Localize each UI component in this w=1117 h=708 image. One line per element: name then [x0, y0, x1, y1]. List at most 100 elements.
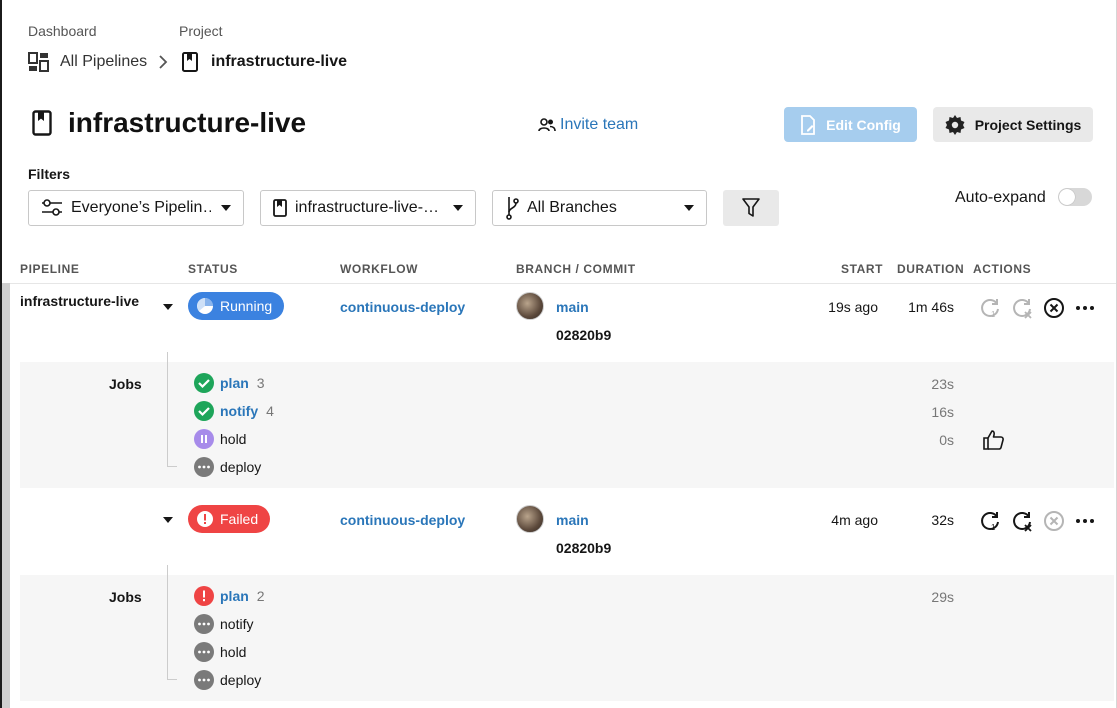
filters-label: Filters: [28, 166, 71, 182]
tree-line: [167, 565, 168, 679]
col-header-actions: ACTIONS: [973, 262, 1032, 276]
duration: 32s: [931, 512, 954, 528]
job-name: hold: [220, 431, 247, 447]
header-divider: [4, 283, 1116, 284]
status-label: Running: [220, 298, 273, 314]
bookmark-icon: [32, 110, 52, 136]
project-filter-value: infrastructure-live-…: [295, 199, 440, 216]
job-item[interactable]: deploy: [194, 670, 261, 690]
caret-down-icon: [453, 205, 463, 211]
job-item[interactable]: notify: [194, 614, 253, 634]
col-header-start: START: [841, 262, 884, 276]
rerun-icon[interactable]: 1: [978, 296, 1002, 320]
cancel-icon[interactable]: [1042, 296, 1066, 320]
avatar: [516, 505, 544, 533]
branch-link[interactable]: main: [556, 512, 589, 528]
col-header-status: STATUS: [188, 262, 238, 276]
bookmark-icon: [273, 199, 287, 217]
tree-line: [167, 466, 177, 467]
job-number: 3: [256, 375, 265, 391]
workflow-link[interactable]: continuous-deploy: [340, 299, 465, 315]
expand-caret-icon[interactable]: [163, 517, 173, 523]
failed-icon: [194, 586, 214, 606]
gear-icon: [945, 114, 965, 135]
sliders-icon: [42, 199, 62, 216]
job-number: 4: [266, 403, 274, 419]
blocked-icon: [194, 614, 214, 634]
people-icon: [538, 118, 556, 132]
project-filter-select[interactable]: infrastructure-live-…: [260, 190, 476, 226]
job-duration: 29s: [931, 589, 954, 605]
job-number: 2: [256, 588, 265, 604]
branch-link[interactable]: main: [556, 299, 589, 315]
bookmark-icon: [182, 52, 198, 72]
all-pipelines-link[interactable]: All Pipelines: [60, 53, 147, 71]
job-name: deploy: [220, 672, 262, 688]
col-header-duration: DURATION: [897, 262, 965, 276]
caret-down-icon: [221, 205, 231, 211]
success-icon: [194, 401, 214, 421]
chevron-right-icon: [159, 55, 168, 69]
status-label: Failed: [220, 511, 259, 527]
funnel-icon: [742, 198, 760, 217]
page-title: infrastructure-live: [68, 107, 307, 138]
edit-config-button[interactable]: Edit Config: [784, 107, 917, 142]
pipeline-group-indicator: [2, 283, 10, 708]
auto-expand-toggle[interactable]: [1058, 188, 1092, 206]
start-time: 4m ago: [831, 512, 878, 528]
app-frame: Dashboard Project All Pipelines infrastr…: [0, 0, 1117, 708]
job-item[interactable]: hold: [194, 642, 246, 662]
project-settings-label: Project Settings: [974, 116, 1082, 133]
caret-down-icon: [684, 205, 694, 211]
pipelines-filter-select[interactable]: Everyone’s Pipelin…: [28, 190, 244, 226]
blocked-icon: [194, 670, 214, 690]
auto-expand-label: Auto-expand: [955, 189, 1046, 206]
job-item[interactable]: hold: [194, 429, 246, 449]
cancel-icon[interactable]: [1042, 509, 1066, 533]
breadcrumb-all-pipelines[interactable]: All Pipelines: [28, 52, 147, 72]
more-options-icon[interactable]: [1073, 296, 1097, 320]
job-item[interactable]: plan 3: [194, 373, 265, 393]
branches-filter-value: All Branches: [527, 199, 617, 216]
jobs-label: Jobs: [109, 589, 142, 605]
running-icon: [197, 298, 213, 314]
dashboard-icon: [28, 52, 49, 72]
git-branch-icon: [506, 197, 519, 220]
job-item[interactable]: deploy: [194, 457, 261, 477]
job-name: notify: [220, 616, 254, 632]
breadcrumb-dashboard-label: Dashboard: [28, 23, 97, 39]
job-item[interactable]: notify 4: [194, 401, 274, 421]
svg-text:1: 1: [991, 310, 996, 319]
expand-caret-icon[interactable]: [163, 304, 173, 310]
rerun-icon[interactable]: 1: [978, 509, 1002, 533]
pipeline-name[interactable]: infrastructure-live: [20, 293, 139, 309]
edit-config-label: Edit Config: [826, 116, 901, 133]
rerun-failed-icon[interactable]: [1010, 296, 1034, 320]
thumbs-up-approve-icon[interactable]: [982, 428, 1006, 452]
breadcrumb-project[interactable]: infrastructure-live: [182, 52, 347, 72]
status-badge[interactable]: Running: [188, 292, 285, 320]
breadcrumb-project-label: Project: [179, 23, 223, 39]
more-options-icon[interactable]: [1073, 509, 1097, 533]
status-badge[interactable]: Failed: [188, 505, 271, 533]
commit-hash[interactable]: 02820b9: [556, 327, 611, 343]
branches-filter-select[interactable]: All Branches: [492, 190, 707, 226]
rerun-failed-icon[interactable]: [1010, 509, 1034, 533]
job-item[interactable]: plan 2: [194, 586, 265, 606]
pause-icon: [194, 429, 214, 449]
job-name: notify: [220, 403, 259, 419]
job-name: plan: [220, 588, 249, 604]
project-settings-button[interactable]: Project Settings: [933, 107, 1093, 142]
blocked-icon: [194, 642, 214, 662]
invite-team-link[interactable]: Invite team: [538, 116, 638, 134]
commit-hash[interactable]: 02820b9: [556, 540, 611, 556]
workflow-link[interactable]: continuous-deploy: [340, 512, 465, 528]
blocked-icon: [194, 457, 214, 477]
job-duration: 16s: [931, 404, 954, 420]
invite-team-label: Invite team: [560, 116, 639, 133]
filter-button[interactable]: [723, 190, 779, 226]
col-header-branch-commit: BRANCH / COMMIT: [516, 262, 636, 276]
avatar: [516, 292, 544, 320]
job-name: plan: [220, 375, 249, 391]
tree-line: [167, 352, 168, 466]
